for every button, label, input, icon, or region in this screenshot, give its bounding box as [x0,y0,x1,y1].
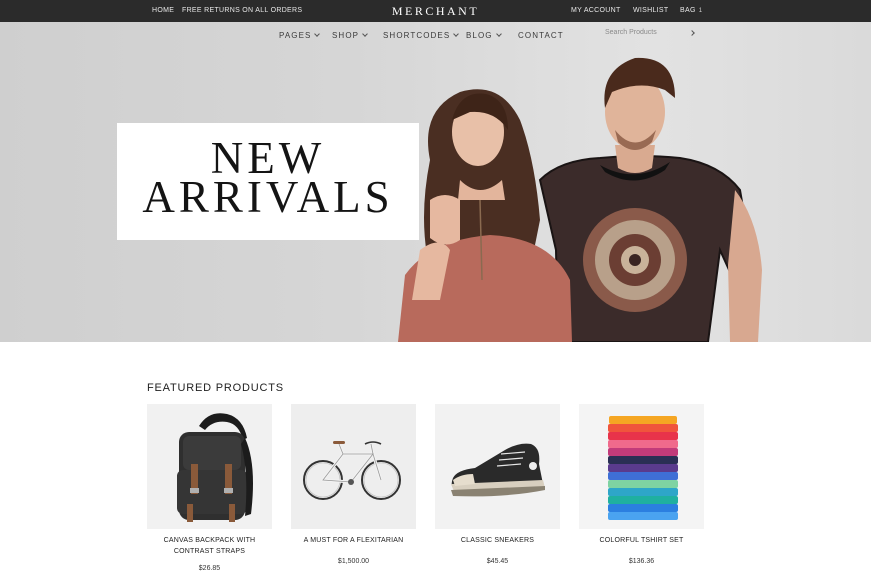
bag-link[interactable]: BAG 1 [680,7,702,14]
bicycle-image[interactable] [291,404,416,529]
hero-title-line2: ARRIVALS [142,172,394,222]
hero-banner: PAGES SHOP SHORTCODES BLOG CONTACT Searc… [0,22,871,342]
product-name[interactable]: COLORFUL TSHIRT SET [579,535,704,546]
hero-title-box: NEW ARRIVALS [117,123,419,240]
nav-item-shop[interactable]: SHOP [332,31,368,40]
chevron-down-icon [362,31,368,37]
product-card-sneakers[interactable]: CLASSIC SNEAKERS $45.45 [435,404,560,565]
main-nav: PAGES SHOP SHORTCODES BLOG CONTACT [0,31,871,45]
search-placeholder: Search Products [605,29,657,36]
promo-text: FREE RETURNS ON ALL ORDERS [182,7,303,14]
backpack-image[interactable] [147,404,272,529]
home-link[interactable]: HOME [152,7,174,14]
nav-label: PAGES [279,31,312,40]
top-bar: HOME FREE RETURNS ON ALL ORDERS MERCHANT… [0,0,871,22]
my-account-link[interactable]: MY ACCOUNT [571,7,621,14]
nav-item-shortcodes[interactable]: SHORTCODES [383,31,460,40]
product-price: $45.45 [486,558,509,565]
hero-title: NEW ARRIVALS [117,136,419,222]
product-price: $26.85 [198,565,221,572]
woman-figure [398,89,572,342]
product-price: $136.36 [628,558,655,565]
chevron-down-icon [314,31,321,37]
nav-label: SHOP [332,31,360,40]
product-name[interactable]: A MUST FOR A FLEXITARIAN [291,535,416,546]
product-card-tshirt-set[interactable]: COLORFUL TSHIRT SET $136.36 [579,404,704,565]
wishlist-link[interactable]: WISHLIST [633,7,668,14]
nav-label: SHORTCODES [383,31,451,40]
product-price: $1,500.00 [337,558,370,565]
chevron-down-icon [453,31,460,37]
bag-label: BAG [680,7,696,14]
product-card-backpack[interactable]: CANVAS BACKPACK WITH CONTRAST STRAPS $26… [147,404,272,572]
sneaker-image[interactable] [435,404,560,529]
search-submit-icon[interactable] [689,30,695,36]
bag-count-badge: 1 [698,8,703,14]
nav-item-pages[interactable]: PAGES [279,31,321,40]
search-input[interactable]: Search Products [604,27,696,41]
chevron-down-icon [495,31,502,37]
product-name[interactable]: CLASSIC SNEAKERS [435,535,560,546]
nav-item-contact[interactable]: CONTACT [518,31,564,40]
hero-models-image [398,57,762,342]
nav-label: CONTACT [518,31,564,40]
tshirt-stack-image[interactable] [579,404,704,529]
brand-logo[interactable]: MERCHANT [392,4,479,18]
featured-products-heading: FEATURED PRODUCTS [147,382,284,394]
nav-label: BLOG [466,31,493,40]
man-figure [538,57,762,342]
product-name[interactable]: CANVAS BACKPACK WITH CONTRAST STRAPS [147,535,272,557]
product-card-bicycle[interactable]: A MUST FOR A FLEXITARIAN $1,500.00 [291,404,416,565]
nav-item-blog[interactable]: BLOG [466,31,502,40]
